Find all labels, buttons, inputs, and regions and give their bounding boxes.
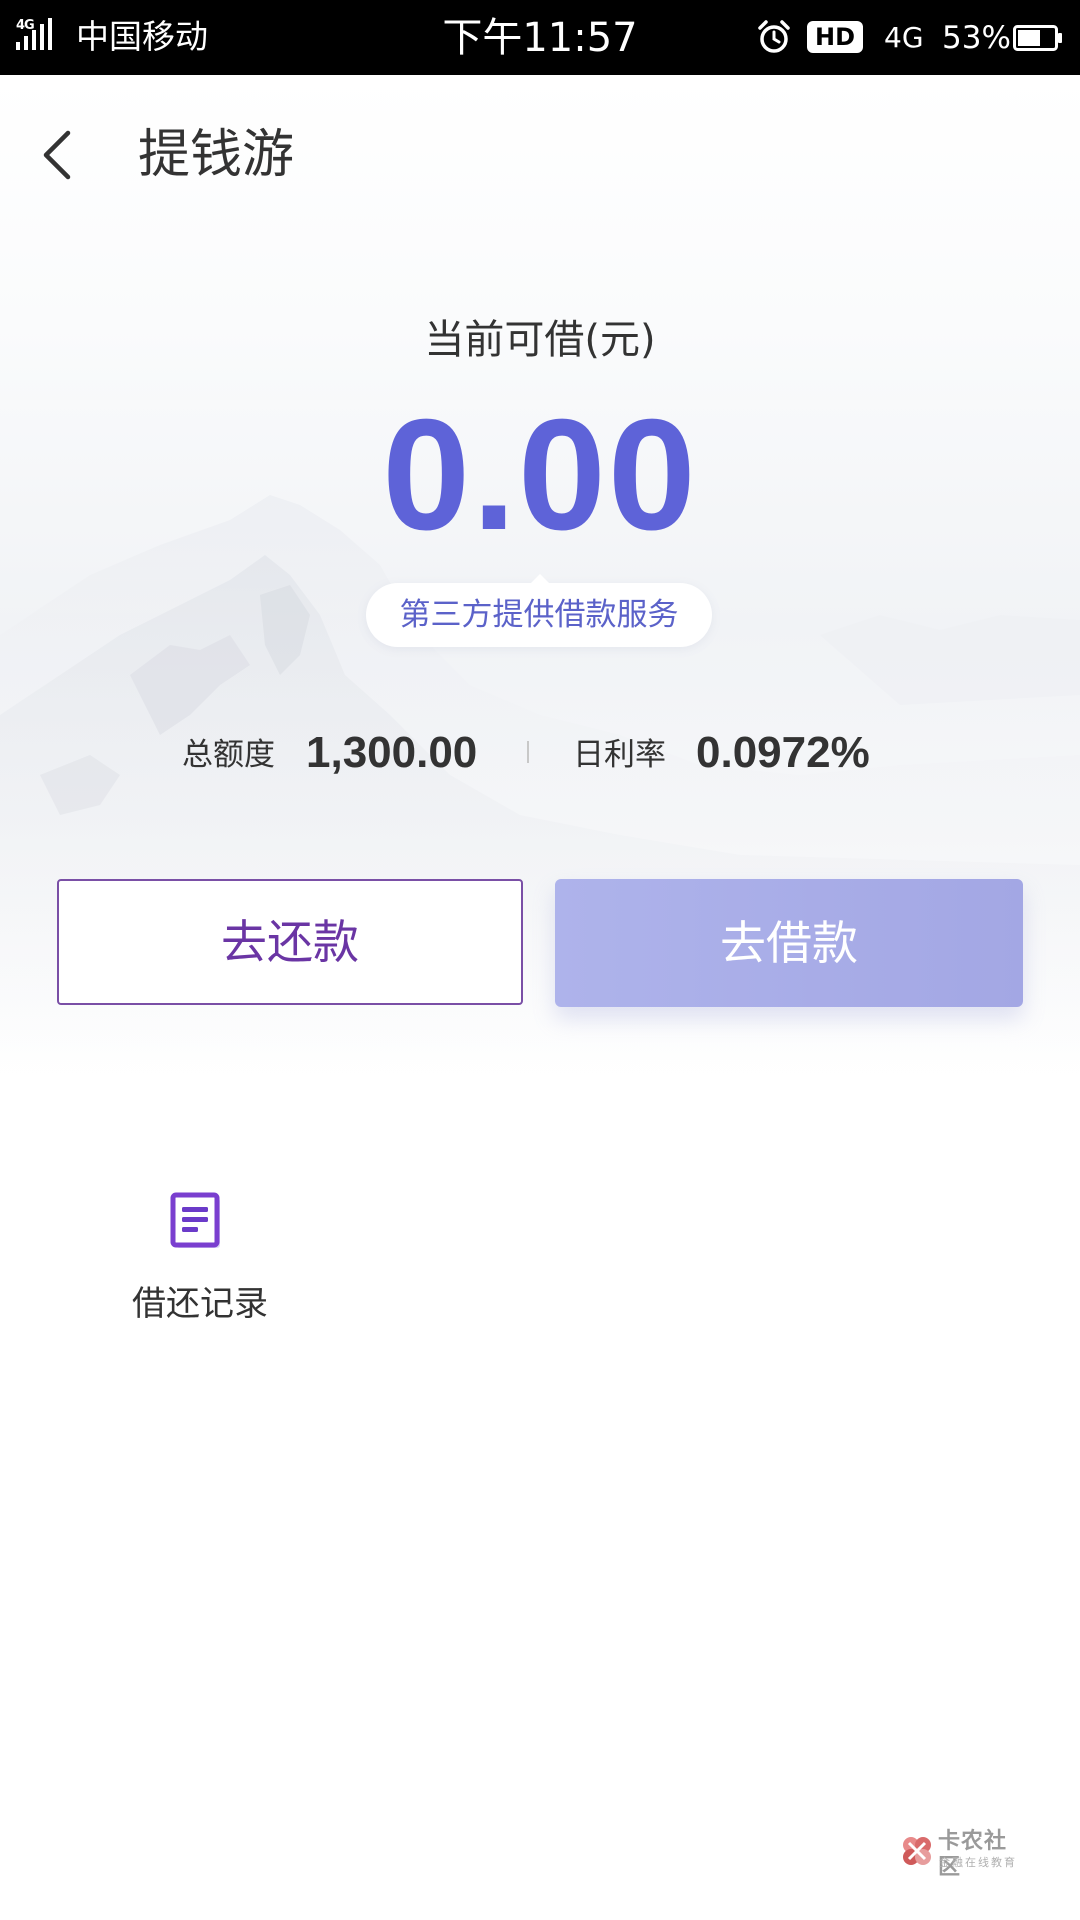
header: 提钱游 (0, 75, 1080, 235)
credit-stats: 总额度 1,300.00 日利率 0.0972% (0, 722, 1080, 782)
alarm-icon (758, 20, 790, 53)
loan-records-label: 借还记录 (132, 1284, 268, 1324)
borrow-button[interactable]: 去借款 (555, 879, 1023, 1007)
available-amount: 0.00 (382, 387, 698, 563)
status-bar: 4G 中国移动 下午11:57 HD 4G 53% (0, 0, 1080, 75)
back-arrow-icon[interactable] (30, 119, 86, 191)
daily-rate-value: 0.0972% (696, 728, 870, 777)
daily-rate-label: 日利率 (573, 737, 666, 773)
stats-divider (527, 741, 529, 763)
service-note-text: 第三方提供借款服务 (399, 597, 679, 633)
community-watermark: 卡农社区 金融在线教育 (898, 1829, 1028, 1880)
loan-records-entry[interactable]: 借还记录 (110, 1180, 290, 1340)
available-label: 当前可借(元) (424, 317, 656, 363)
watermark-title: 卡农社区 (938, 1829, 1008, 1880)
repay-button[interactable]: 去还款 (57, 879, 523, 1005)
document-list-icon (170, 1192, 220, 1248)
watermark-subtitle: 金融在线教育 (939, 1856, 1017, 1869)
total-limit-label: 总额度 (182, 737, 275, 773)
community-logo-icon (903, 1837, 931, 1865)
battery-percent: 53% (942, 20, 1011, 56)
battery-icon (1013, 25, 1062, 51)
total-limit-value: 1,300.00 (306, 728, 478, 777)
page-title: 提钱游 (138, 125, 295, 185)
service-note-badge: 第三方提供借款服务 (366, 574, 712, 647)
network-indicator: 4G (884, 21, 924, 54)
loan-page: 4G 中国移动 下午11:57 HD 4G 53% 提钱游 当前可借(元) 0.… (0, 0, 1080, 1920)
hd-badge: HD (807, 21, 863, 53)
